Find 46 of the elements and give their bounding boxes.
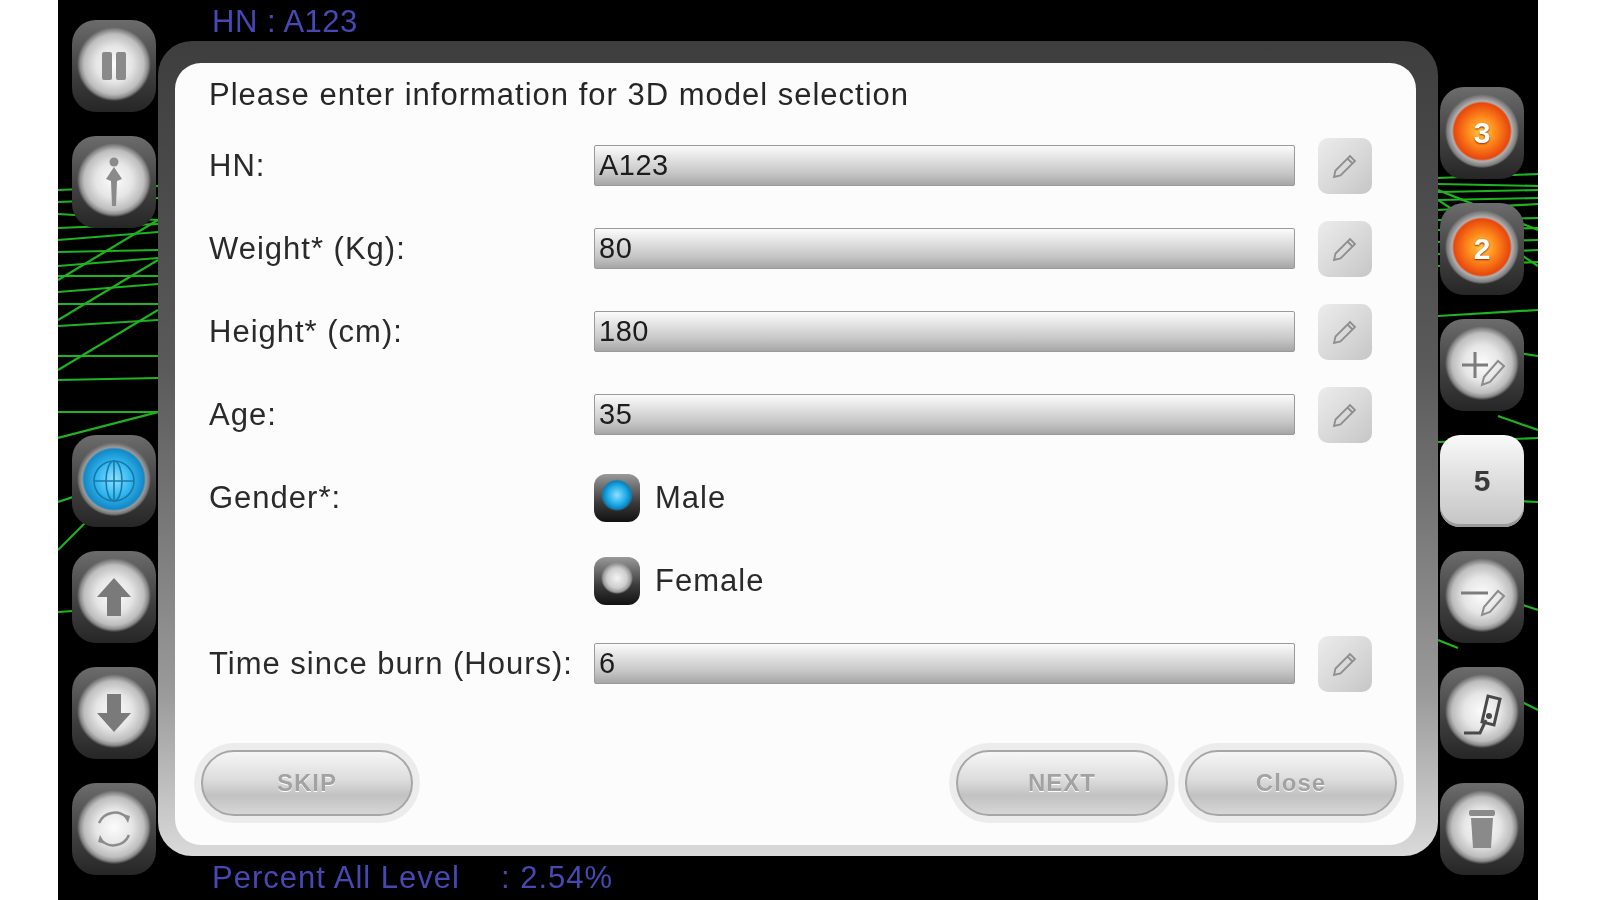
pencil-icon <box>1332 318 1358 345</box>
edit-button[interactable] <box>1318 635 1372 692</box>
toolbar-button[interactable] <box>72 20 156 112</box>
edit-button[interactable] <box>1318 220 1372 277</box>
toolbar-button[interactable] <box>72 551 156 643</box>
toolbar-button[interactable] <box>1440 783 1524 875</box>
radio-button[interactable] <box>594 473 640 522</box>
up-arrow-icon <box>96 577 132 617</box>
toolbar-button[interactable] <box>1440 551 1524 643</box>
toolbar-button[interactable] <box>72 136 156 228</box>
toolbar-button[interactable] <box>72 783 156 875</box>
pencil-icon <box>1332 235 1358 262</box>
person-icon <box>103 157 125 207</box>
edit-button[interactable] <box>1318 386 1372 443</box>
level-value: : 2.54% <box>500 860 614 896</box>
pencil-icon <box>1332 650 1358 677</box>
field-label: Age: <box>209 396 277 433</box>
text-field[interactable]: A123 <box>594 145 1295 186</box>
text-field[interactable]: 6 <box>594 643 1295 684</box>
hn-label: HN : A123 <box>211 3 359 41</box>
edit-button[interactable] <box>1318 137 1372 194</box>
edit-button[interactable] <box>1318 303 1372 360</box>
toolbar-button[interactable] <box>1440 667 1524 759</box>
field-label: Weight* (Kg): <box>209 230 406 267</box>
option-label: Female <box>655 562 765 599</box>
option-label: Male <box>655 479 727 516</box>
globe-icon <box>91 458 137 504</box>
toolbar-button[interactable] <box>72 435 156 527</box>
key-button[interactable]: 5 <box>1440 435 1524 527</box>
pencil-icon <box>1332 152 1358 179</box>
trash-icon <box>1468 809 1496 849</box>
field-label: Gender*: <box>209 479 342 516</box>
text-field[interactable]: 80 <box>594 228 1295 269</box>
pencil-icon <box>1332 401 1358 428</box>
toolbar-button[interactable] <box>72 667 156 759</box>
radio-button[interactable] <box>594 556 640 605</box>
text-field[interactable]: 35 <box>594 394 1295 435</box>
field-label: HN: <box>209 147 266 184</box>
field-label: Height* (cm): <box>209 313 403 350</box>
field-label: Time since burn (Hours): <box>209 645 573 682</box>
toolbar-button[interactable] <box>1440 319 1524 411</box>
level-label: Percent All Level <box>212 860 460 896</box>
down-arrow-icon <box>96 693 132 733</box>
pause-icon <box>101 51 127 81</box>
text-field[interactable]: 180 <box>594 311 1295 352</box>
dialog-title: Please enter information for 3D model selection <box>209 79 911 111</box>
